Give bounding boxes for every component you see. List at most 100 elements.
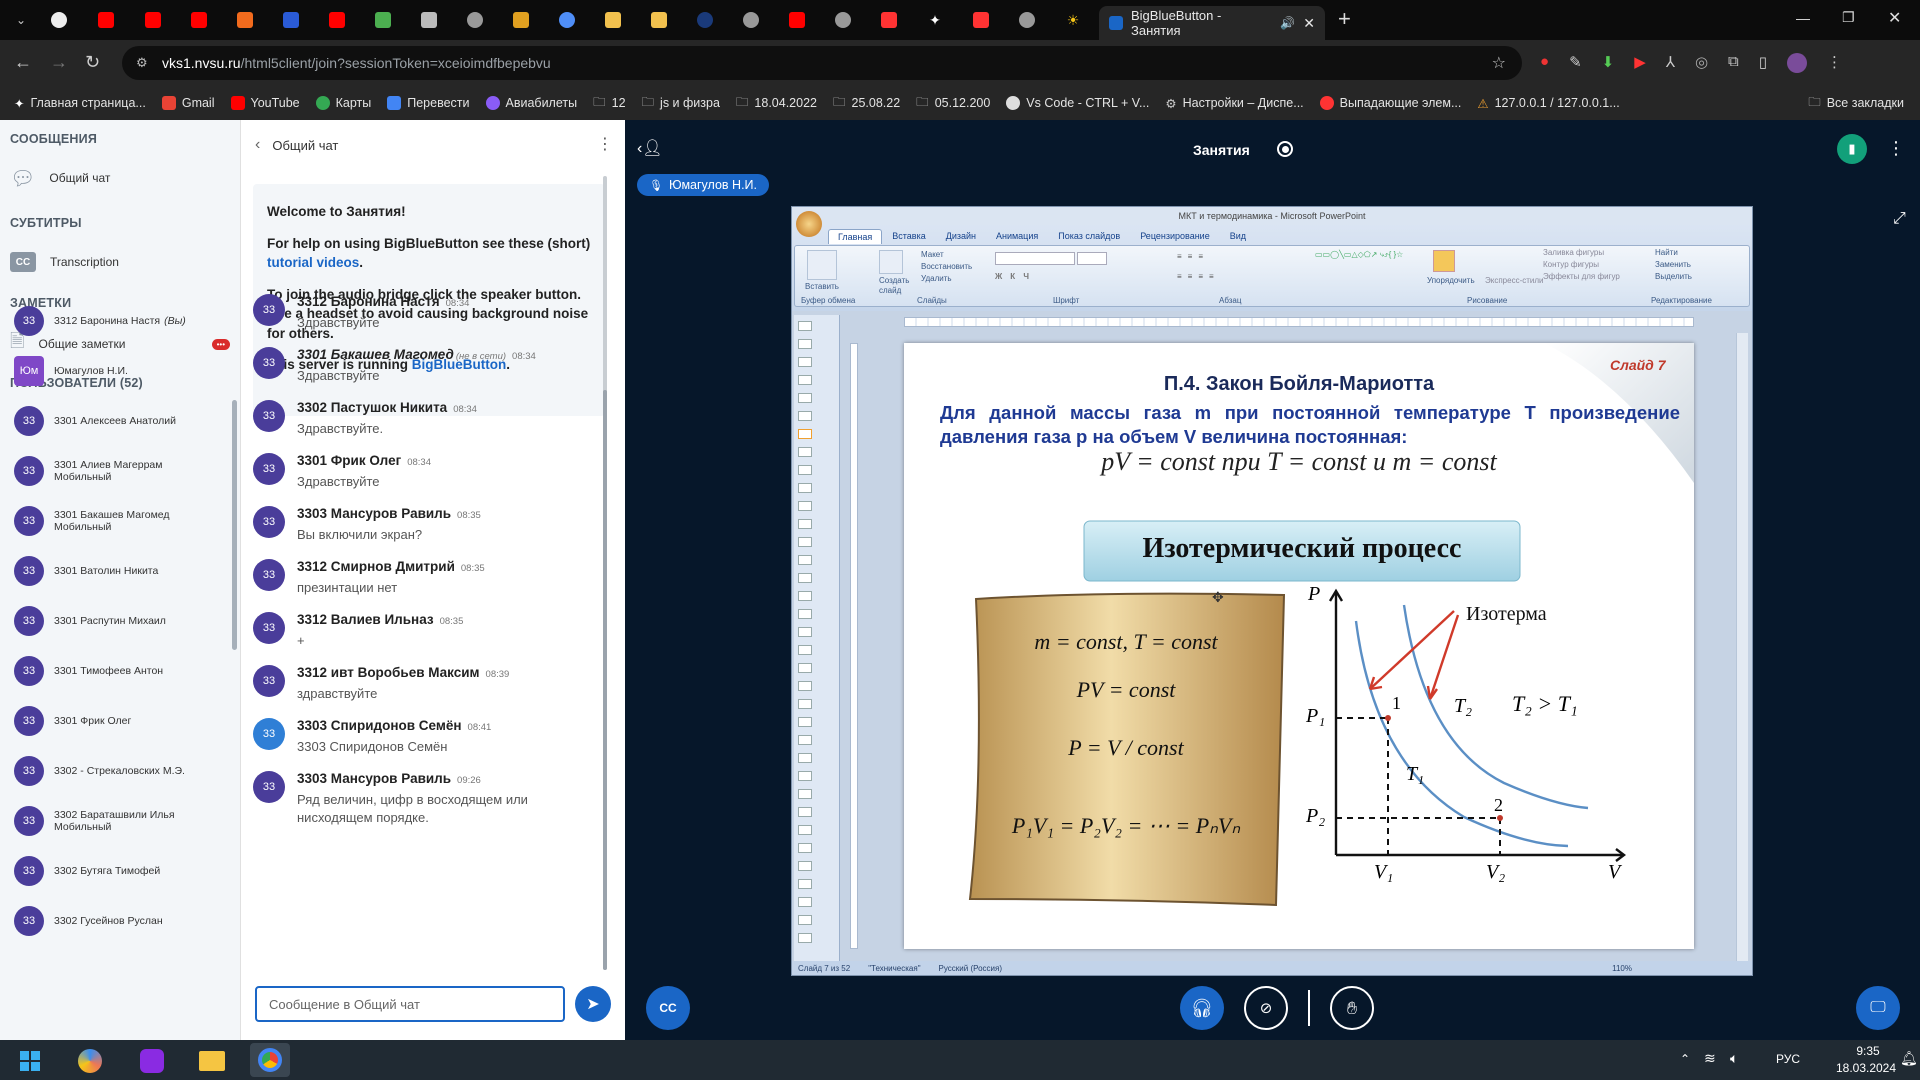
volume-icon[interactable]: 🔈︎: [1730, 1050, 1738, 1067]
tab-favicon-youtube[interactable]: [784, 8, 810, 32]
slide-thumbnail[interactable]: [798, 391, 834, 405]
ppt-vertical-scrollbar[interactable]: [1736, 333, 1748, 963]
keyboard-language[interactable]: РУС: [1776, 1052, 1800, 1066]
captions-button[interactable]: CC: [646, 986, 690, 1030]
fullscreen-icon[interactable]: ⤢: [1893, 210, 1906, 228]
clock-time[interactable]: 9:35: [1840, 1044, 1896, 1058]
notifications-icon[interactable]: 🔔︎: [1900, 1050, 1918, 1067]
tab-favicon-youtube[interactable]: [140, 8, 166, 32]
user-list-item[interactable]: 33 3301 Распутин Михаил: [14, 606, 234, 636]
slide-thumbnail[interactable]: [798, 751, 834, 765]
profile-avatar[interactable]: [1787, 53, 1808, 73]
user-list-toggle-icon[interactable]: ‹👤︎: [637, 138, 663, 158]
slide-thumbnail[interactable]: [798, 589, 834, 603]
slide-thumbnail[interactable]: [798, 535, 834, 549]
extension-icon[interactable]: ▶: [1634, 53, 1646, 73]
user-list-item[interactable]: 33 3302 Бутяга Тимофей: [14, 856, 234, 886]
slide-thumbnail[interactable]: [798, 427, 834, 441]
bookmark-folder[interactable]: 🗀 05.12.200: [916, 93, 990, 114]
slide-thumbnail[interactable]: [798, 805, 834, 819]
slide-thumbnail[interactable]: [798, 481, 834, 495]
site-info-icon[interactable]: ⚙: [136, 55, 148, 71]
tab-favicon[interactable]: ☀: [1060, 8, 1086, 32]
close-tab-icon[interactable]: ✕: [1303, 15, 1315, 32]
slide-thumbnail[interactable]: [798, 895, 834, 909]
tab-favicon[interactable]: [646, 8, 672, 32]
all-bookmarks[interactable]: 🗀 Все закладки: [1808, 93, 1904, 114]
camera-off-button[interactable]: ⊘: [1244, 986, 1288, 1030]
tab-favicon[interactable]: [830, 8, 856, 32]
audio-icon[interactable]: 🔊: [1280, 16, 1295, 30]
bookmark-star-icon[interactable]: ☆: [1492, 53, 1506, 73]
user-list-item[interactable]: 33 3302 - Стрекаловских М.Э.: [14, 756, 234, 786]
slide-thumbnail[interactable]: [798, 571, 834, 585]
restore-icon[interactable]: ❐: [1842, 9, 1855, 26]
close-window-icon[interactable]: ✕: [1888, 8, 1901, 28]
ppt-tab[interactable]: Вид: [1220, 229, 1256, 244]
slide-thumbnail[interactable]: [798, 679, 834, 693]
tab-favicon[interactable]: [462, 8, 488, 32]
bookmark-item[interactable]: Vs Code - CTRL + V...: [1006, 96, 1149, 110]
tab-favicon[interactable]: [600, 8, 626, 32]
font-name-field[interactable]: [995, 252, 1075, 265]
clock-date[interactable]: 18.03.2024: [1834, 1061, 1898, 1075]
slide-thumbnail[interactable]: [798, 859, 834, 873]
list-icons[interactable]: ≡≡≡: [1177, 252, 1209, 261]
bookmark-item[interactable]: Gmail: [161, 96, 215, 110]
slide-thumbnail[interactable]: [798, 625, 834, 639]
new-slide-icon[interactable]: [879, 250, 903, 274]
chat-message-input[interactable]: Сообщение в Общий чат: [255, 986, 565, 1022]
user-list-item[interactable]: 33 3302 Бараташвили Илья Мобильный: [14, 806, 234, 836]
slide-thumbnail[interactable]: [798, 643, 834, 657]
url-field[interactable]: ⚙ vks1.nvsu.ru /html5client/join?session…: [122, 46, 1522, 80]
user-list-item[interactable]: 33 3301 Ватолин Никита: [14, 556, 234, 586]
raise-hand-button[interactable]: ✋︎: [1330, 986, 1374, 1030]
public-chat-nav[interactable]: 💬︎ Общий чат: [10, 160, 230, 196]
bookmark-item[interactable]: Перевести: [387, 96, 470, 110]
send-button[interactable]: ➤: [575, 986, 611, 1022]
new-tab-button[interactable]: +: [1338, 6, 1351, 32]
chevron-left-icon[interactable]: ‹: [255, 136, 260, 154]
user-list-item[interactable]: 33 3312 Баронина Настя (Вы): [14, 306, 234, 336]
bookmark-folder[interactable]: 🗀 js и физра: [642, 93, 720, 114]
ppt-tab[interactable]: Вставка: [882, 229, 935, 244]
start-windows-icon[interactable]: [10, 1046, 50, 1076]
tab-favicon[interactable]: [1014, 8, 1040, 32]
bookmark-item[interactable]: ✦ Главная страница...: [14, 96, 146, 111]
ppt-tab[interactable]: Показ слайдов: [1048, 229, 1130, 244]
sidepanel-icon[interactable]: ▯: [1759, 53, 1767, 73]
extension-icon[interactable]: ●: [1540, 53, 1549, 73]
screenshare-button[interactable]: 🖵: [1856, 986, 1900, 1030]
user-list-item[interactable]: 33 3301 Алексеев Анатолий: [14, 406, 234, 436]
reload-icon[interactable]: ↻: [85, 53, 100, 71]
user-list-item[interactable]: 33 3301 Тимофеев Антон: [14, 656, 234, 686]
slide-thumbnail[interactable]: [798, 409, 834, 423]
bookmark-item[interactable]: ⚠ 127.0.0.1 / 127.0.0.1...: [1477, 96, 1619, 111]
tab-favicon[interactable]: [46, 8, 72, 32]
slide-thumbnail[interactable]: [798, 373, 834, 387]
ppt-tab-home[interactable]: Главная: [828, 229, 883, 244]
tab-favicon[interactable]: [508, 8, 534, 32]
tab-favicon[interactable]: [738, 8, 764, 32]
slide-thumbnail[interactable]: [798, 499, 834, 513]
tab-favicon[interactable]: [370, 8, 396, 32]
slide-thumbnail[interactable]: [798, 607, 834, 621]
audio-headphones-button[interactable]: 🎧︎: [1180, 986, 1224, 1030]
ppt-tab[interactable]: Дизайн: [936, 229, 986, 244]
back-icon[interactable]: ←: [14, 53, 32, 71]
slide-thumbnail[interactable]: [798, 877, 834, 891]
chrome-taskbar-icon[interactable]: [250, 1043, 290, 1077]
slide-thumbnail[interactable]: [798, 733, 834, 747]
font-format-icons[interactable]: ЖКЧ: [995, 272, 1037, 281]
chat-header[interactable]: ‹ Общий чат: [255, 136, 338, 154]
tab-favicon-youtube[interactable]: [324, 8, 350, 32]
slide-thumbnail[interactable]: [798, 931, 834, 945]
slide-thumbnail[interactable]: [798, 337, 834, 351]
tab-favicon-youtube[interactable]: [93, 8, 119, 32]
copilot-icon[interactable]: [70, 1046, 110, 1076]
tab-favicon-yandex[interactable]: [968, 8, 994, 32]
slide-thumbnail[interactable]: [798, 355, 834, 369]
tab-favicon[interactable]: [416, 8, 442, 32]
tutorial-videos-link[interactable]: tutorial videos: [267, 255, 359, 270]
bookmark-folder[interactable]: 🗀 12: [593, 93, 625, 114]
